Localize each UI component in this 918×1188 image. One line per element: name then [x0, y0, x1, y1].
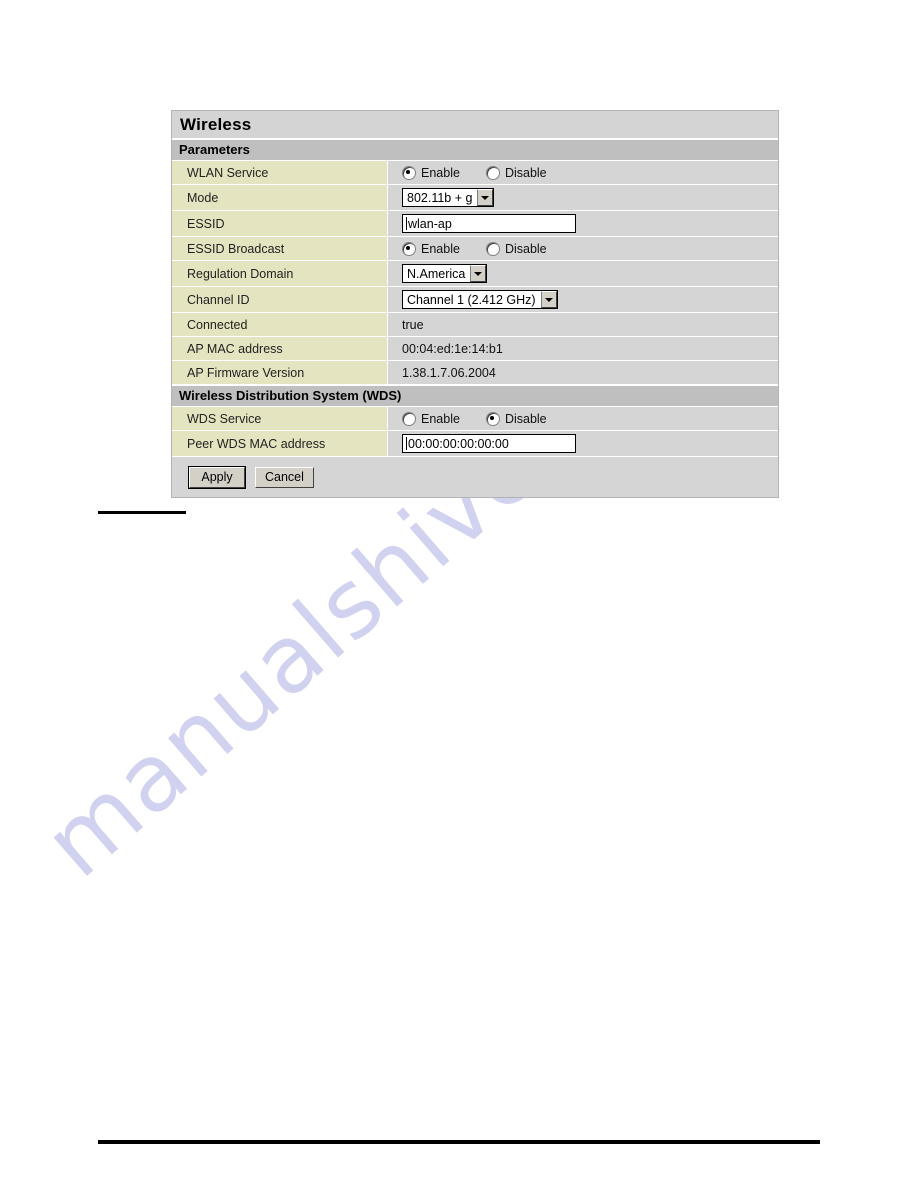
radio-group-wlan-service: Enable Disable: [402, 165, 573, 180]
row-ap-firmware-version: AP Firmware Version 1.38.1.7.06.2004: [172, 361, 778, 385]
essid-input[interactable]: wlan-ap: [402, 214, 576, 233]
label-mode: Mode: [172, 185, 388, 210]
radio-wds-service-disable[interactable]: Disable: [485, 411, 547, 426]
radio-wlan-service-enable[interactable]: Enable: [402, 165, 460, 180]
channel-id-select-value: Channel 1 (2.412 GHz): [407, 292, 536, 307]
regulation-domain-select-value: N.America: [407, 266, 466, 281]
radio-label: Enable: [421, 411, 460, 426]
ap-mac-address-text: 00:04:ed:1e:14:b1: [402, 341, 503, 356]
wireless-config-panel: Wireless Parameters WLAN Service Enable …: [171, 110, 779, 498]
row-wlan-service: WLAN Service Enable Disable: [172, 161, 778, 185]
radio-selected-icon: [402, 241, 416, 256]
radio-label: Enable: [421, 165, 460, 180]
radio-wds-service-enable[interactable]: Enable: [402, 411, 460, 426]
channel-id-select[interactable]: Channel 1 (2.412 GHz): [402, 290, 558, 309]
peer-wds-mac-input-value: 00:00:00:00:00:00: [408, 436, 509, 451]
mode-select-value: 802.11b + g: [407, 190, 473, 205]
form-button-bar: Apply Cancel: [172, 457, 778, 497]
radio-unselected-icon: [485, 165, 500, 180]
radio-unselected-icon: [402, 411, 416, 426]
content-divider-rule: [98, 511, 186, 514]
value-essid: wlan-ap: [388, 211, 778, 236]
peer-wds-mac-input[interactable]: 00:00:00:00:00:00: [402, 434, 576, 453]
value-essid-broadcast: Enable Disable: [388, 237, 778, 260]
row-connected: Connected true: [172, 313, 778, 337]
radio-selected-icon: [402, 165, 416, 180]
value-ap-mac-address: 00:04:ed:1e:14:b1: [388, 337, 778, 360]
row-mode: Mode 802.11b + g: [172, 185, 778, 211]
label-ap-mac-address: AP MAC address: [172, 337, 388, 360]
section-header-wds: Wireless Distribution System (WDS): [172, 385, 778, 407]
chevron-down-icon[interactable]: [477, 189, 494, 206]
chevron-down-icon[interactable]: [540, 291, 557, 308]
row-essid: ESSID wlan-ap: [172, 211, 778, 237]
section-header-parameters: Parameters: [172, 139, 778, 161]
radio-wlan-service-disable[interactable]: Disable: [485, 165, 547, 180]
row-wds-service: WDS Service Enable Disable: [172, 407, 778, 431]
value-connected: true: [388, 313, 778, 336]
row-ap-mac-address: AP MAC address 00:04:ed:1e:14:b1: [172, 337, 778, 361]
row-channel-id: Channel ID Channel 1 (2.412 GHz): [172, 287, 778, 313]
label-essid-broadcast: ESSID Broadcast: [172, 237, 388, 260]
text-caret: [406, 217, 407, 230]
connected-status-text: true: [402, 317, 424, 332]
chevron-down-icon[interactable]: [470, 265, 487, 282]
label-peer-wds-mac-address: Peer WDS MAC address: [172, 431, 388, 456]
value-wds-service: Enable Disable: [388, 407, 778, 430]
value-channel-id: Channel 1 (2.412 GHz): [388, 287, 778, 312]
radio-essid-broadcast-enable[interactable]: Enable: [402, 241, 460, 256]
label-wlan-service: WLAN Service: [172, 161, 388, 184]
cancel-button[interactable]: Cancel: [255, 466, 314, 488]
label-regulation-domain: Regulation Domain: [172, 261, 388, 286]
apply-button[interactable]: Apply: [188, 465, 246, 489]
page-title: Wireless: [172, 111, 778, 139]
value-wlan-service: Enable Disable: [388, 161, 778, 184]
value-mode: 802.11b + g: [388, 185, 778, 210]
value-ap-firmware-version: 1.38.1.7.06.2004: [388, 361, 778, 384]
label-channel-id: Channel ID: [172, 287, 388, 312]
row-essid-broadcast: ESSID Broadcast Enable Disable: [172, 237, 778, 261]
row-peer-wds-mac-address: Peer WDS MAC address 00:00:00:00:00:00: [172, 431, 778, 457]
radio-group-essid-broadcast: Enable Disable: [402, 241, 573, 256]
mode-select[interactable]: 802.11b + g: [402, 188, 495, 207]
label-wds-service: WDS Service: [172, 407, 388, 430]
radio-label: Disable: [504, 241, 547, 256]
radio-selected-icon: [485, 411, 500, 426]
radio-label: Enable: [421, 241, 460, 256]
essid-input-value: wlan-ap: [408, 216, 452, 231]
label-essid: ESSID: [172, 211, 388, 236]
ap-firmware-version-text: 1.38.1.7.06.2004: [402, 365, 496, 380]
radio-essid-broadcast-disable[interactable]: Disable: [485, 241, 547, 256]
row-regulation-domain: Regulation Domain N.America: [172, 261, 778, 287]
value-regulation-domain: N.America: [388, 261, 778, 286]
regulation-domain-select[interactable]: N.America: [402, 264, 488, 283]
footer-divider-rule: [98, 1140, 820, 1144]
value-peer-wds-mac-address: 00:00:00:00:00:00: [388, 431, 778, 456]
radio-label: Disable: [504, 165, 547, 180]
label-connected: Connected: [172, 313, 388, 336]
text-caret: [406, 437, 407, 450]
radio-group-wds-service: Enable Disable: [402, 411, 573, 426]
radio-label: Disable: [504, 411, 547, 426]
radio-unselected-icon: [485, 241, 500, 256]
label-ap-firmware-version: AP Firmware Version: [172, 361, 388, 384]
